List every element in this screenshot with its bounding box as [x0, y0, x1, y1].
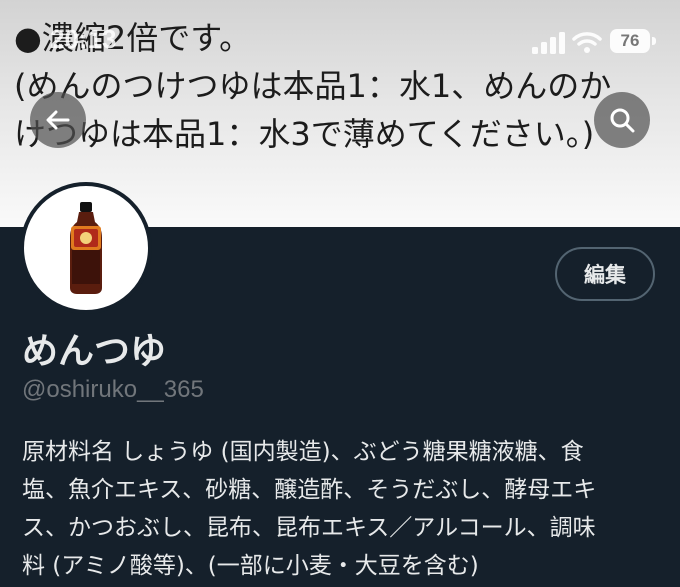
battery-nub	[652, 37, 656, 45]
arrow-left-icon	[46, 110, 70, 130]
edit-profile-button[interactable]: 編集	[555, 247, 655, 301]
bio-line: ス、かつおぶし、昆布、昆布エキス／アルコール、調味	[22, 515, 596, 541]
battery-level: 76	[620, 31, 640, 50]
banner-line: (めんのつけつゆは本品1：水1、めんのか	[14, 67, 612, 105]
avatar[interactable]	[20, 182, 152, 314]
search-button[interactable]	[594, 92, 650, 148]
wifi-icon	[572, 32, 602, 53]
status-bar: 20:13 76	[0, 22, 680, 62]
signal-icon	[532, 32, 565, 54]
bio-line: 原材料名 しょうゆ (国内製造)、ぶどう糖果糖液糖、食	[22, 439, 584, 465]
bio-line: 料 (アミノ酸等)、(一部に小麦・大豆を含む)	[22, 553, 479, 579]
banner-line: けつゆは本品1：水3で薄めてください。)	[14, 115, 595, 153]
bio-line: 塩、魚介エキス、砂糖、醸造酢、そうだぶし、酵母エキ	[22, 477, 597, 503]
back-button[interactable]	[30, 92, 86, 148]
status-time: 20:13	[50, 24, 117, 54]
search-icon	[610, 108, 635, 133]
profile-bio: 原材料名 しょうゆ (国内製造)、ぶどう糖果糖液糖、食 塩、魚介エキス、砂糖、醸…	[22, 433, 662, 585]
profile-display-name: めんつゆ	[22, 331, 167, 372]
profile-handle: @oshiruko__365	[22, 376, 204, 403]
edit-profile-label: 編集	[584, 263, 626, 287]
battery-icon: 76	[610, 29, 650, 53]
mentsuyu-bottle-image	[70, 202, 102, 294]
